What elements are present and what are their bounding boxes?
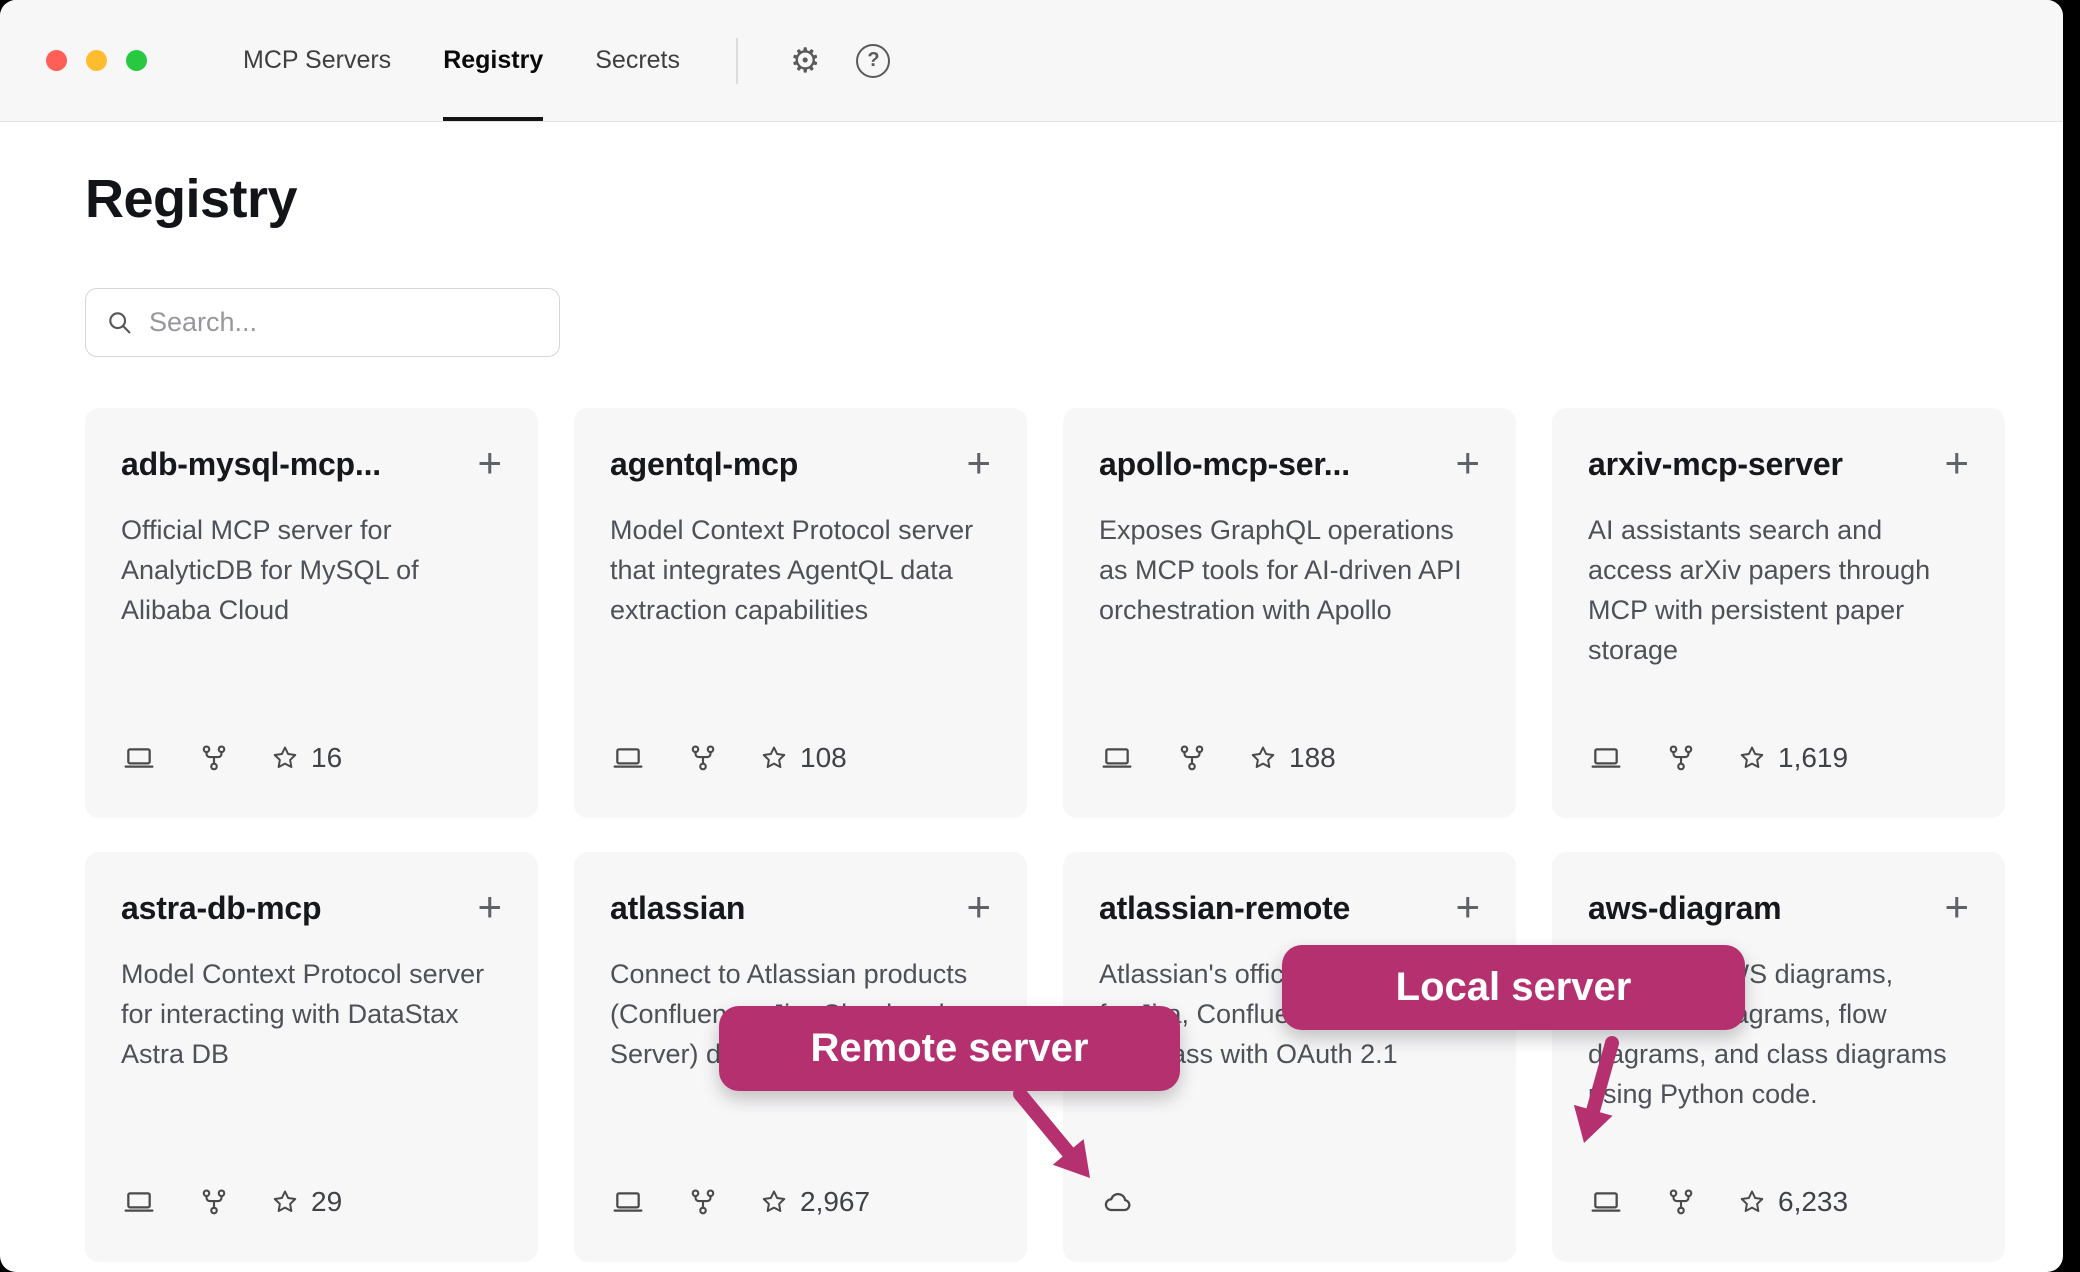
star-icon xyxy=(760,1188,788,1216)
server-description: Exposes GraphQL operations as MCP tools … xyxy=(1099,511,1480,631)
server-card[interactable]: astra-db-mcp + Model Context Protocol se… xyxy=(85,852,538,1262)
star-icon xyxy=(1249,744,1277,772)
add-server-button[interactable]: + xyxy=(1445,446,1480,480)
laptop-icon xyxy=(121,1186,157,1218)
star-count: 188 xyxy=(1289,742,1336,774)
page-title: Registry xyxy=(85,168,2005,230)
cloud-icon xyxy=(1099,1186,1137,1218)
server-card[interactable]: aws-diagram + Generate AWS diagrams, seq… xyxy=(1552,852,2005,1262)
star-count-group: 1,619 xyxy=(1738,742,1848,774)
star-count-group: 29 xyxy=(271,1186,342,1218)
close-window-button[interactable] xyxy=(46,50,67,71)
server-name: astra-db-mcp xyxy=(121,890,321,927)
card-footer: 188 xyxy=(1099,742,1480,774)
app-window: MCP Servers Registry Secrets ⚙ ? Registr… xyxy=(0,0,2063,1272)
star-icon xyxy=(1738,1188,1766,1216)
server-description: Generate AWS diagrams, sequence diagrams… xyxy=(1588,955,1969,1115)
star-count: 108 xyxy=(800,742,847,774)
main-tabs: MCP Servers Registry Secrets xyxy=(243,0,680,121)
star-count: 16 xyxy=(311,742,342,774)
minimize-window-button[interactable] xyxy=(86,50,107,71)
server-description: Atlassian's official MCP server for Jira… xyxy=(1099,955,1480,1075)
search-input[interactable] xyxy=(149,307,539,338)
laptop-icon xyxy=(610,742,646,774)
star-count-group: 2,967 xyxy=(760,1186,870,1218)
star-count-group: 108 xyxy=(760,742,847,774)
card-footer: 108 xyxy=(610,742,991,774)
server-description: Official MCP server for AnalyticDB for M… xyxy=(121,511,502,631)
titlebar-divider xyxy=(736,38,738,84)
add-server-button[interactable]: + xyxy=(1934,446,1969,480)
git-fork-icon xyxy=(1177,742,1207,774)
laptop-icon xyxy=(121,742,157,774)
search-icon xyxy=(106,309,134,337)
card-footer: 2,967 xyxy=(610,1186,991,1218)
server-card[interactable]: arxiv-mcp-server + AI assistants search … xyxy=(1552,408,2005,818)
server-name: agentql-mcp xyxy=(610,446,798,483)
server-description: Connect to Atlassian products (Confluenc… xyxy=(610,955,991,1075)
server-name: apollo-mcp-ser... xyxy=(1099,446,1350,483)
add-server-button[interactable]: + xyxy=(467,890,502,924)
card-grid: adb-mysql-mcp... + Official MCP server f… xyxy=(85,408,2005,1262)
server-name: aws-diagram xyxy=(1588,890,1781,927)
titlebar: MCP Servers Registry Secrets ⚙ ? xyxy=(0,0,2063,122)
star-count-group: 6,233 xyxy=(1738,1186,1848,1218)
card-footer xyxy=(1099,1186,1480,1218)
star-count: 1,619 xyxy=(1778,742,1848,774)
star-count: 29 xyxy=(311,1186,342,1218)
server-card[interactable]: atlassian-remote + Atlassian's official … xyxy=(1063,852,1516,1262)
tab-mcp-servers[interactable]: MCP Servers xyxy=(243,0,391,121)
laptop-icon xyxy=(1099,742,1135,774)
star-icon xyxy=(271,744,299,772)
tab-secrets[interactable]: Secrets xyxy=(595,0,680,121)
star-icon xyxy=(1738,744,1766,772)
card-footer: 29 xyxy=(121,1186,502,1218)
card-footer: 16 xyxy=(121,742,502,774)
main-content: Registry adb-mysql-mcp... + Official MCP… xyxy=(0,122,2063,1272)
settings-gear-icon[interactable]: ⚙ xyxy=(790,44,820,78)
zoom-window-button[interactable] xyxy=(126,50,147,71)
add-server-button[interactable]: + xyxy=(1445,890,1480,924)
server-name: arxiv-mcp-server xyxy=(1588,446,1843,483)
add-server-button[interactable]: + xyxy=(956,446,991,480)
server-name: atlassian xyxy=(610,890,745,927)
laptop-icon xyxy=(1588,1186,1624,1218)
server-name: atlassian-remote xyxy=(1099,890,1350,927)
git-fork-icon xyxy=(199,742,229,774)
git-fork-icon xyxy=(199,1186,229,1218)
add-server-button[interactable]: + xyxy=(956,890,991,924)
card-footer: 6,233 xyxy=(1588,1186,1969,1218)
star-icon xyxy=(760,744,788,772)
star-count-group: 188 xyxy=(1249,742,1336,774)
git-fork-icon xyxy=(1666,1186,1696,1218)
git-fork-icon xyxy=(688,1186,718,1218)
server-description: AI assistants search and access arXiv pa… xyxy=(1588,511,1969,671)
card-footer: 1,619 xyxy=(1588,742,1969,774)
git-fork-icon xyxy=(688,742,718,774)
star-count-group: 16 xyxy=(271,742,342,774)
server-card[interactable]: agentql-mcp + Model Context Protocol ser… xyxy=(574,408,1027,818)
laptop-icon xyxy=(610,1186,646,1218)
server-card[interactable]: atlassian + Connect to Atlassian product… xyxy=(574,852,1027,1262)
star-count: 2,967 xyxy=(800,1186,870,1218)
server-name: adb-mysql-mcp... xyxy=(121,446,381,483)
server-description: Model Context Protocol server that integ… xyxy=(610,511,991,631)
add-server-button[interactable]: + xyxy=(1934,890,1969,924)
server-description: Model Context Protocol server for intera… xyxy=(121,955,502,1075)
laptop-icon xyxy=(1588,742,1624,774)
star-count: 6,233 xyxy=(1778,1186,1848,1218)
search-box[interactable] xyxy=(85,288,560,357)
git-fork-icon xyxy=(1666,742,1696,774)
help-icon[interactable]: ? xyxy=(856,44,890,78)
traffic-lights xyxy=(46,50,147,71)
tab-registry[interactable]: Registry xyxy=(443,0,543,121)
add-server-button[interactable]: + xyxy=(467,446,502,480)
star-icon xyxy=(271,1188,299,1216)
server-card[interactable]: adb-mysql-mcp... + Official MCP server f… xyxy=(85,408,538,818)
server-card[interactable]: apollo-mcp-ser... + Exposes GraphQL oper… xyxy=(1063,408,1516,818)
